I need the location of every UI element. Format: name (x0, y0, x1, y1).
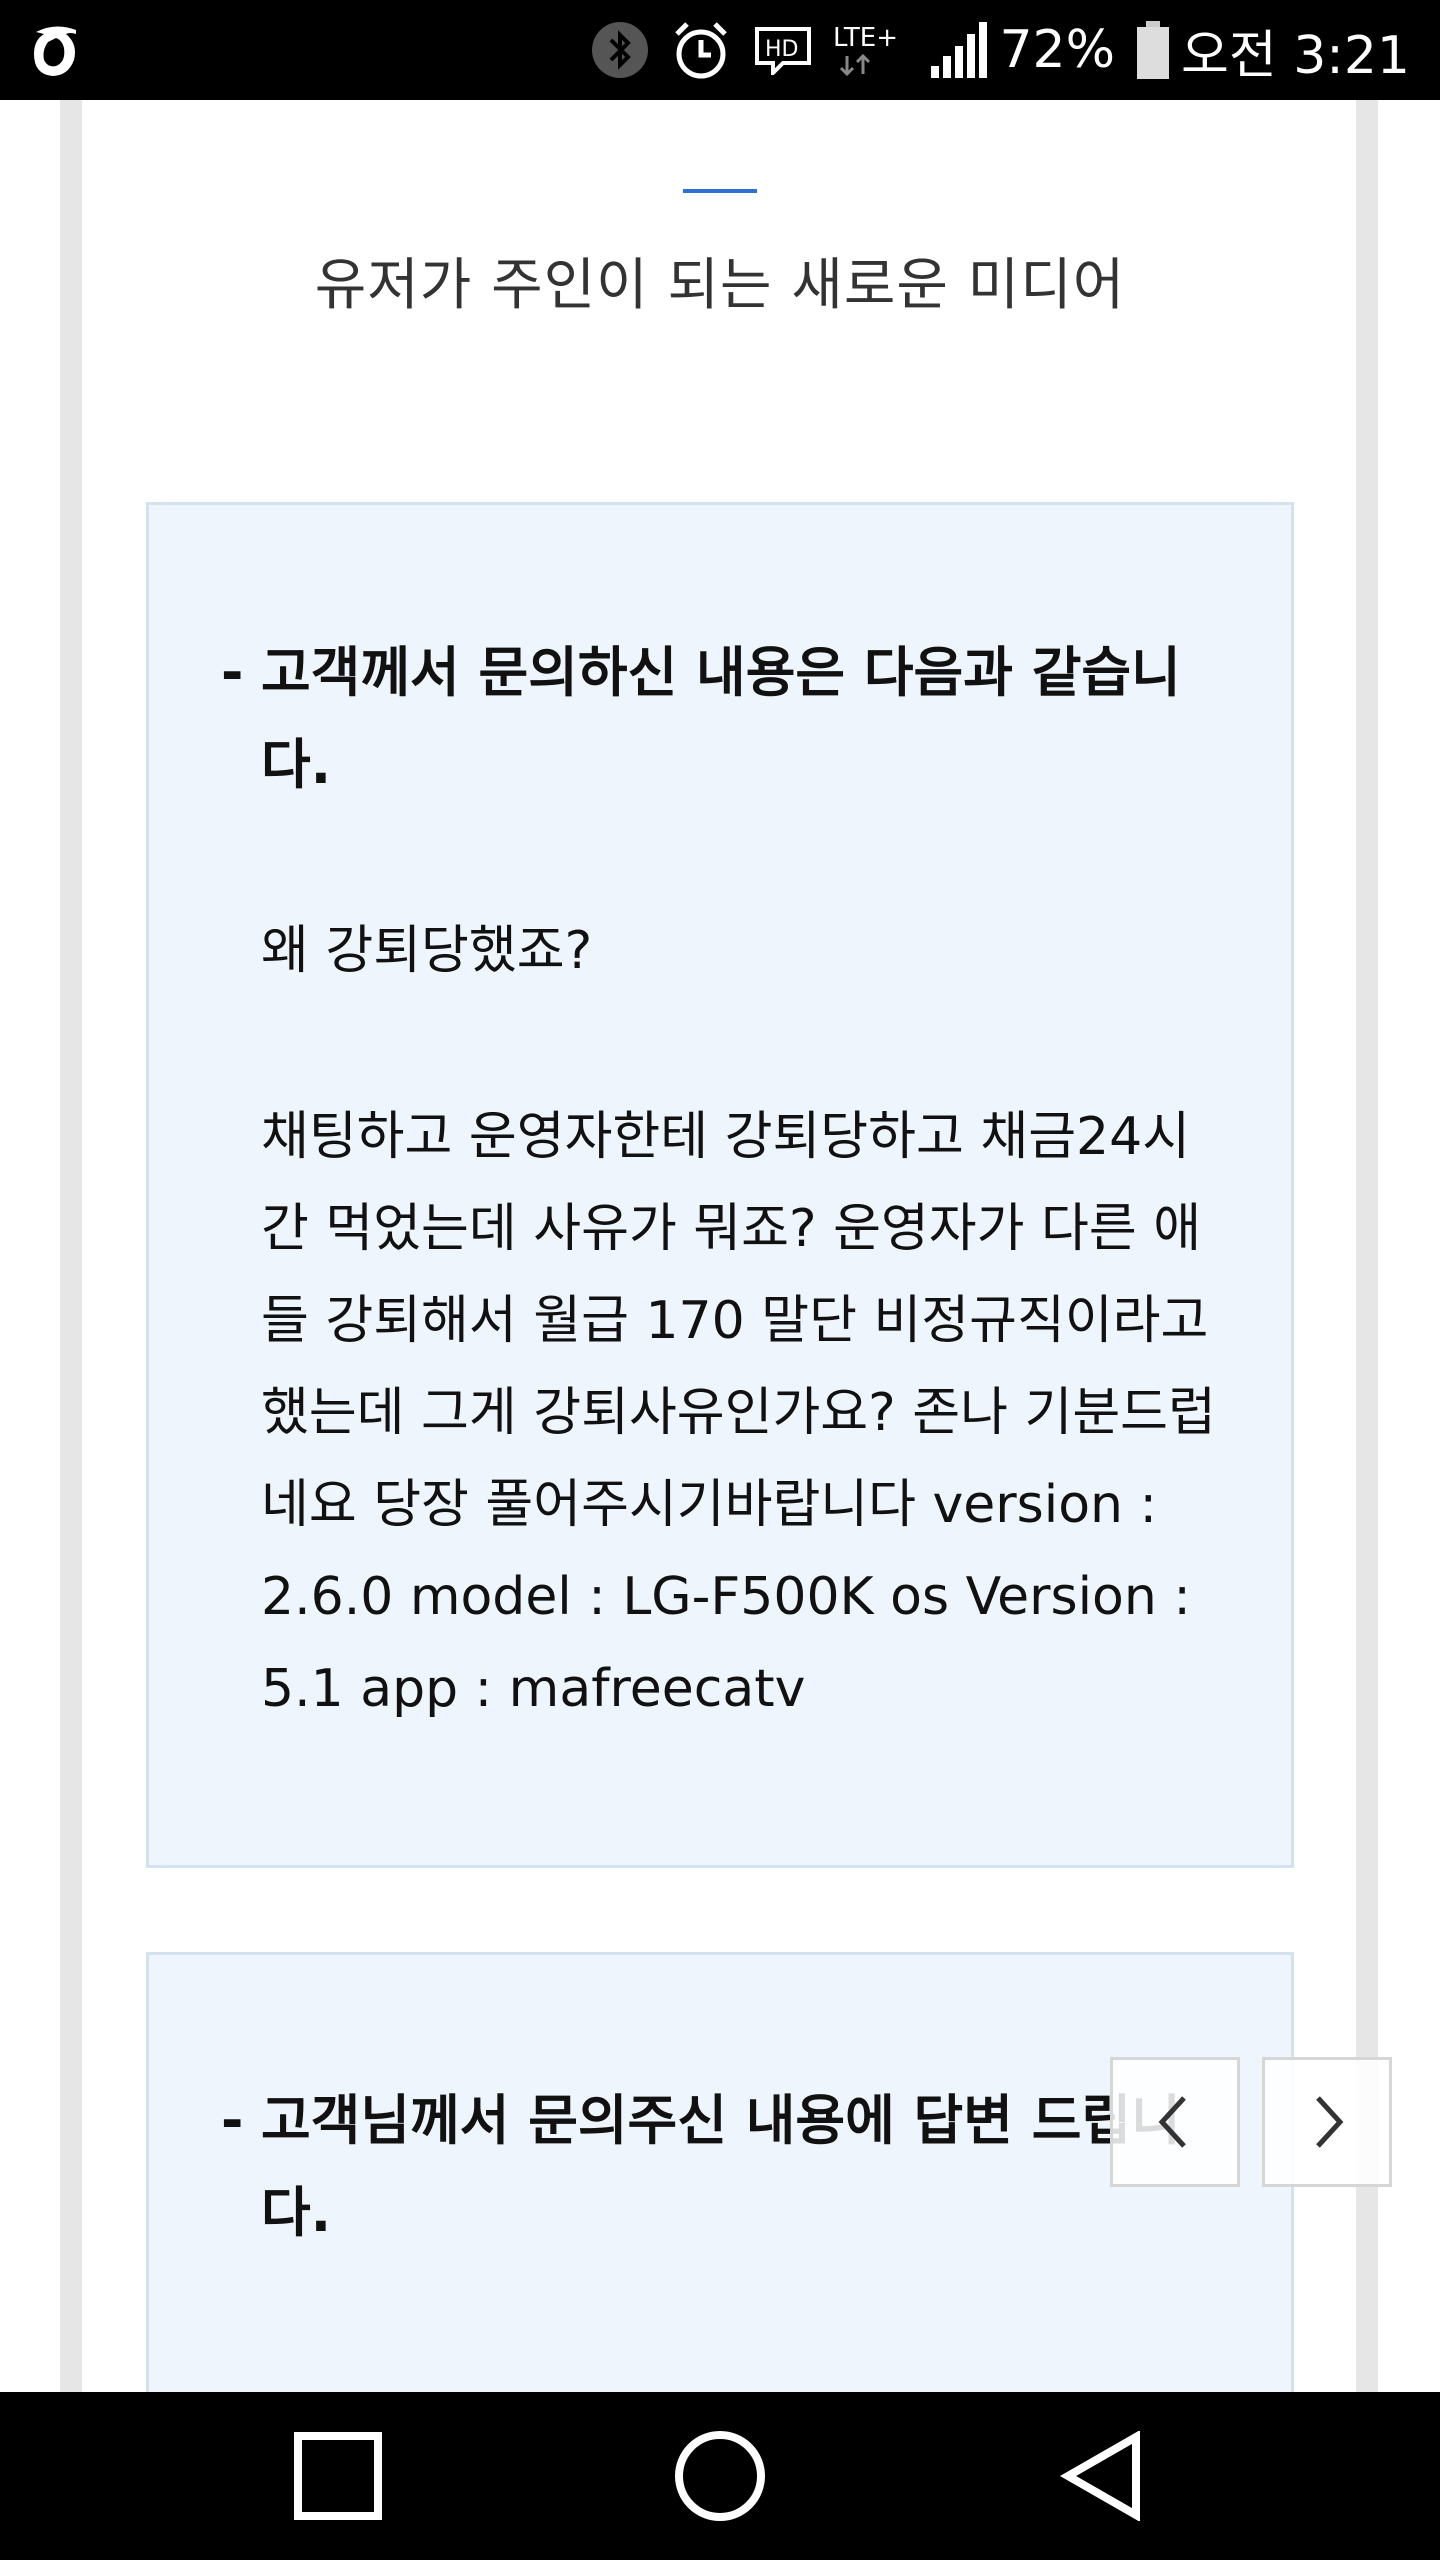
page-tagline: 유저가 주인이 되는 새로운 미디어 (314, 253, 1126, 318)
clock: 오전 3:21 (1181, 25, 1410, 86)
home-button[interactable] (620, 2392, 820, 2560)
previous-button[interactable] (1110, 2057, 1240, 2187)
back-icon (1060, 2431, 1140, 2521)
alarm-icon (669, 18, 733, 82)
inquiry-heading: - 고객께서 문의하신 내용은 다음과 같습니다. (221, 627, 1221, 811)
recent-apps-icon (294, 2432, 382, 2520)
accent-divider (683, 189, 757, 193)
status-bar: HD LTE+ 72% 오전 3:21 (0, 0, 1440, 100)
navigation-bar (0, 2392, 1440, 2560)
chevron-left-icon (1158, 2096, 1186, 2148)
battery-percent: 72% (999, 20, 1116, 80)
page-frame-right (1356, 100, 1378, 2392)
battery-icon (1135, 21, 1171, 79)
answer-heading: - 고객님께서 문의주신 내용에 답변 드립니다. (221, 2075, 1221, 2259)
inquiry-subject: 왜 강퇴당했죠? (261, 921, 593, 981)
heading-dash: - (221, 2089, 244, 2152)
signal-icon (929, 22, 989, 78)
home-icon (675, 2431, 765, 2521)
inquiry-body: 채팅하고 운영자한테 강퇴당하고 채금24시간 먹었는데 사유가 뭐죠? 운영자… (261, 1107, 1216, 1719)
bluetooth-icon (591, 21, 649, 79)
lte-icon: LTE+ (833, 20, 909, 80)
app-logo-icon (34, 26, 76, 77)
next-button[interactable] (1262, 2057, 1392, 2187)
page-frame-left (60, 100, 82, 2392)
svg-text:HD: HD (765, 37, 798, 62)
answer-heading-text: 고객님께서 문의주신 내용에 답변 드립니다. (261, 2089, 1181, 2244)
back-button[interactable] (1002, 2392, 1202, 2560)
chevron-right-icon (1316, 2096, 1344, 2148)
recent-apps-button[interactable] (238, 2392, 438, 2560)
hd-voice-icon: HD (753, 25, 813, 75)
inquiry-card: - 고객께서 문의하신 내용은 다음과 같습니다. 왜 강퇴당했죠? 채팅하고 … (146, 502, 1294, 1868)
inquiry-heading-text: 고객께서 문의하신 내용은 다음과 같습니다. (261, 641, 1181, 796)
heading-dash: - (221, 641, 244, 704)
svg-text:LTE+: LTE+ (833, 23, 898, 53)
